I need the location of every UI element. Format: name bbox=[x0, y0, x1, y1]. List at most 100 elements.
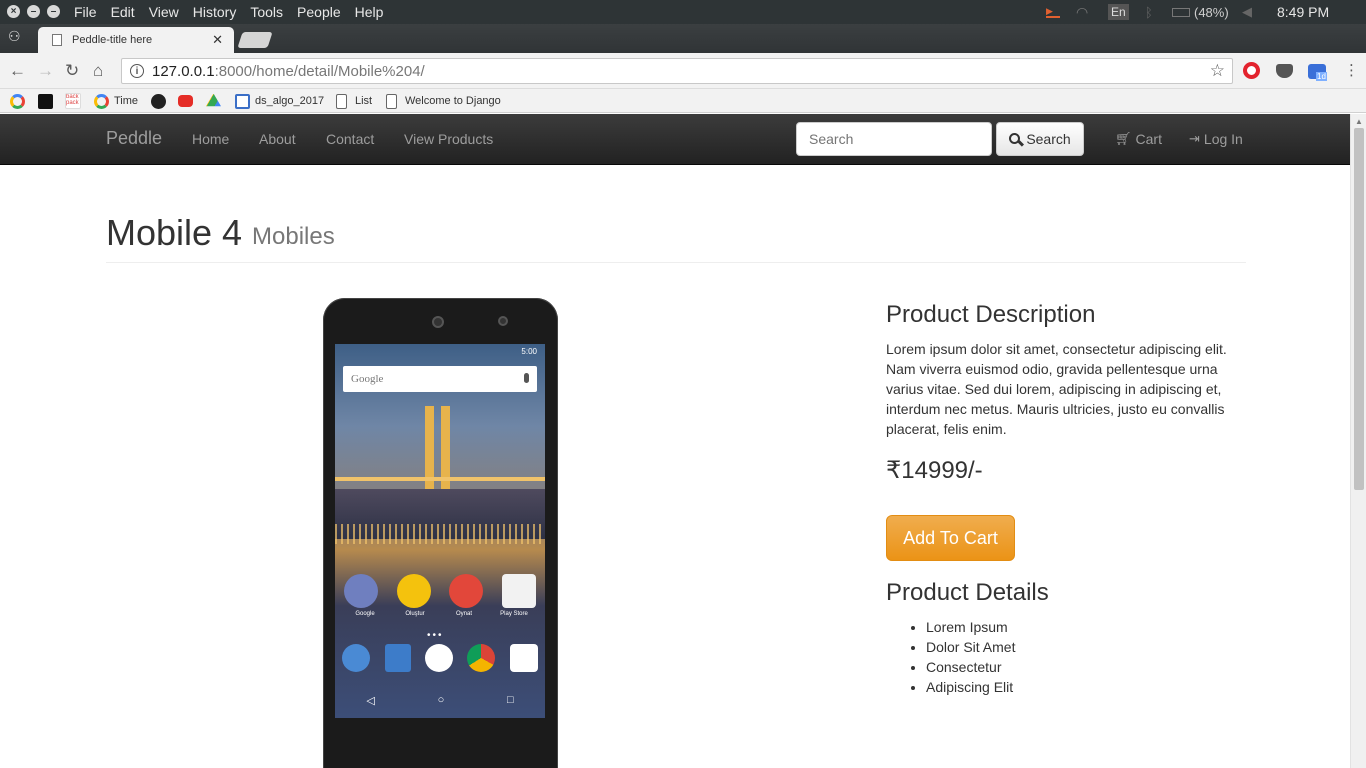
search-button[interactable]: Search bbox=[996, 122, 1084, 156]
nav-view-products[interactable]: View Products bbox=[404, 131, 493, 147]
browser-toolbar: ← → ↻ ⌂ i 127.0.0.1 :8000/home/detail/Mo… bbox=[0, 53, 1366, 89]
product-price: ₹14999/- bbox=[886, 457, 983, 484]
opera-extension-icon[interactable] bbox=[1243, 62, 1260, 79]
window-minimize-icon[interactable]: – bbox=[27, 5, 40, 18]
menu-tools[interactable]: Tools bbox=[250, 4, 283, 20]
bookmark-drive[interactable] bbox=[206, 93, 226, 109]
app-drawer-icon bbox=[424, 644, 453, 672]
bookmark-youtube[interactable] bbox=[178, 93, 198, 109]
bookmark-ds-algo[interactable]: ds_algo_2017 bbox=[235, 93, 324, 109]
bookmark-time[interactable]: Time bbox=[94, 93, 138, 109]
url-path: :8000/home/detail/Mobile%204/ bbox=[214, 62, 425, 80]
bluetooth-icon[interactable]: ᛒ bbox=[1145, 0, 1153, 24]
back-key-icon: ◁ bbox=[366, 695, 375, 707]
layout-icon bbox=[235, 93, 250, 109]
brand-link[interactable]: Peddle bbox=[106, 128, 162, 149]
bridge-deck bbox=[335, 477, 545, 481]
page-scrollbar[interactable]: ▲ bbox=[1350, 114, 1366, 768]
page-indicator-dots: ••• bbox=[427, 630, 444, 641]
home-icon[interactable]: ⌂ bbox=[93, 61, 103, 81]
bookmark-backpack[interactable]: back pack bbox=[65, 93, 86, 109]
menu-people[interactable]: People bbox=[297, 4, 341, 20]
reload-icon[interactable]: ↻ bbox=[65, 61, 79, 81]
messages-app-icon bbox=[384, 644, 411, 672]
app-menu: File Edit View History Tools People Help bbox=[74, 0, 397, 24]
phone-search-bar: Google bbox=[343, 366, 537, 392]
media-player-icon[interactable]: ▶ bbox=[1046, 0, 1060, 24]
sensor-icon bbox=[498, 316, 508, 326]
product-category: Mobiles bbox=[252, 223, 335, 250]
os-top-bar: × – – File Edit View History Tools Peopl… bbox=[0, 0, 1366, 24]
menu-view[interactable]: View bbox=[149, 4, 179, 20]
nav-contact[interactable]: Contact bbox=[326, 131, 374, 147]
window-close-icon[interactable]: × bbox=[7, 5, 20, 18]
bookmark-time-label: Time bbox=[114, 95, 139, 107]
cart-icon: 🛒︎ bbox=[1115, 131, 1132, 146]
bookmark-google[interactable] bbox=[10, 93, 30, 109]
scroll-thumb[interactable] bbox=[1354, 128, 1364, 490]
clock[interactable]: 8:49 PM bbox=[1277, 0, 1329, 24]
battery-percent: (48%) bbox=[1194, 4, 1229, 20]
window-maximize-icon[interactable]: – bbox=[47, 5, 60, 18]
scroll-up-arrow-icon[interactable]: ▲ bbox=[1355, 117, 1363, 126]
product-title: Mobile 4 bbox=[106, 212, 243, 253]
url-host: 127.0.0.1 bbox=[152, 62, 215, 80]
search-button-label: Search bbox=[1026, 131, 1071, 147]
bookmark-star-icon[interactable]: ☆ bbox=[1210, 61, 1225, 81]
details-heading: Product Details bbox=[886, 579, 1049, 606]
drive-icon bbox=[206, 93, 221, 107]
tab-close-icon[interactable]: ✕ bbox=[212, 32, 223, 48]
nav-home[interactable]: Home bbox=[192, 131, 229, 147]
phone-screen: 5:00 Google Google Oluştur Oynat Play St… bbox=[335, 344, 545, 718]
site-navbar: Peddle Home About Contact View Products … bbox=[0, 114, 1350, 165]
volume-icon[interactable]: ◀ bbox=[1242, 0, 1252, 24]
bookmark-django-label: Welcome to Django bbox=[405, 95, 501, 107]
login-label: Log In bbox=[1203, 131, 1243, 147]
phone-search-label: Google bbox=[351, 373, 384, 385]
bookmarks-bar: back pack Time ds_algo_2017 List Welcome… bbox=[0, 89, 1366, 113]
menu-history[interactable]: History bbox=[193, 4, 237, 20]
new-tab-button[interactable] bbox=[237, 32, 273, 48]
tab-title: Peddle-title here bbox=[72, 34, 153, 46]
youtube-icon bbox=[178, 95, 193, 107]
cart-link[interactable]: 🛒︎ Cart bbox=[1115, 131, 1162, 147]
back-arrow-icon[interactable]: ← bbox=[9, 61, 26, 81]
menu-file[interactable]: File bbox=[74, 4, 97, 20]
nav-about[interactable]: About bbox=[259, 131, 296, 147]
cart-label: Cart bbox=[1135, 131, 1162, 147]
forward-arrow-icon[interactable]: → bbox=[37, 61, 54, 81]
product-details-list: Lorem Ipsum Dolor Sit Amet Consectetur A… bbox=[926, 617, 1015, 697]
play-store-icon bbox=[501, 574, 536, 608]
menu-help[interactable]: Help bbox=[355, 4, 384, 20]
add-to-cart-button[interactable]: Add To Cart bbox=[886, 515, 1015, 561]
backpack-icon: back pack bbox=[65, 93, 81, 109]
list-item: Consectetur bbox=[926, 657, 1015, 677]
bookmark-list[interactable]: List bbox=[336, 93, 372, 109]
browser-tab[interactable]: Peddle-title here ✕ bbox=[38, 27, 234, 53]
address-bar[interactable]: i 127.0.0.1 :8000/home/detail/Mobile%204… bbox=[121, 58, 1233, 84]
bookmark-django[interactable]: Welcome to Django bbox=[386, 93, 501, 109]
google-icon bbox=[94, 93, 109, 109]
site-info-icon[interactable]: i bbox=[130, 64, 144, 78]
app-label: Oluştur bbox=[405, 611, 425, 617]
list-item: Adipiscing Elit bbox=[926, 677, 1015, 697]
browser-menu-icon[interactable]: ⋮ bbox=[1344, 61, 1359, 81]
battery-indicator[interactable]: (48%) bbox=[1172, 0, 1229, 24]
wifi-icon[interactable]: ◠ bbox=[1076, 0, 1088, 24]
login-icon: ⇥ bbox=[1189, 131, 1200, 146]
bookmark-github[interactable] bbox=[151, 93, 171, 109]
search-input[interactable] bbox=[796, 122, 992, 156]
bookmark-pen[interactable] bbox=[38, 93, 58, 109]
phone-app-icon bbox=[342, 644, 371, 672]
keyboard-layout-indicator[interactable]: En bbox=[1108, 0, 1129, 24]
calendar-extension-icon[interactable]: 1d bbox=[1308, 64, 1327, 81]
app-label: Oynat bbox=[455, 611, 472, 617]
product-image: 5:00 Google Google Oluştur Oynat Play St… bbox=[323, 298, 558, 768]
music-app-icon bbox=[449, 574, 484, 608]
google-icon bbox=[10, 93, 25, 109]
menu-edit[interactable]: Edit bbox=[111, 4, 135, 20]
list-item: Lorem Ipsum bbox=[926, 617, 1015, 637]
login-link[interactable]: ⇥ Log In bbox=[1189, 131, 1243, 147]
incognito-icon: ⚇ bbox=[8, 28, 21, 44]
bookmark-ds-algo-label: ds_algo_2017 bbox=[255, 95, 325, 107]
